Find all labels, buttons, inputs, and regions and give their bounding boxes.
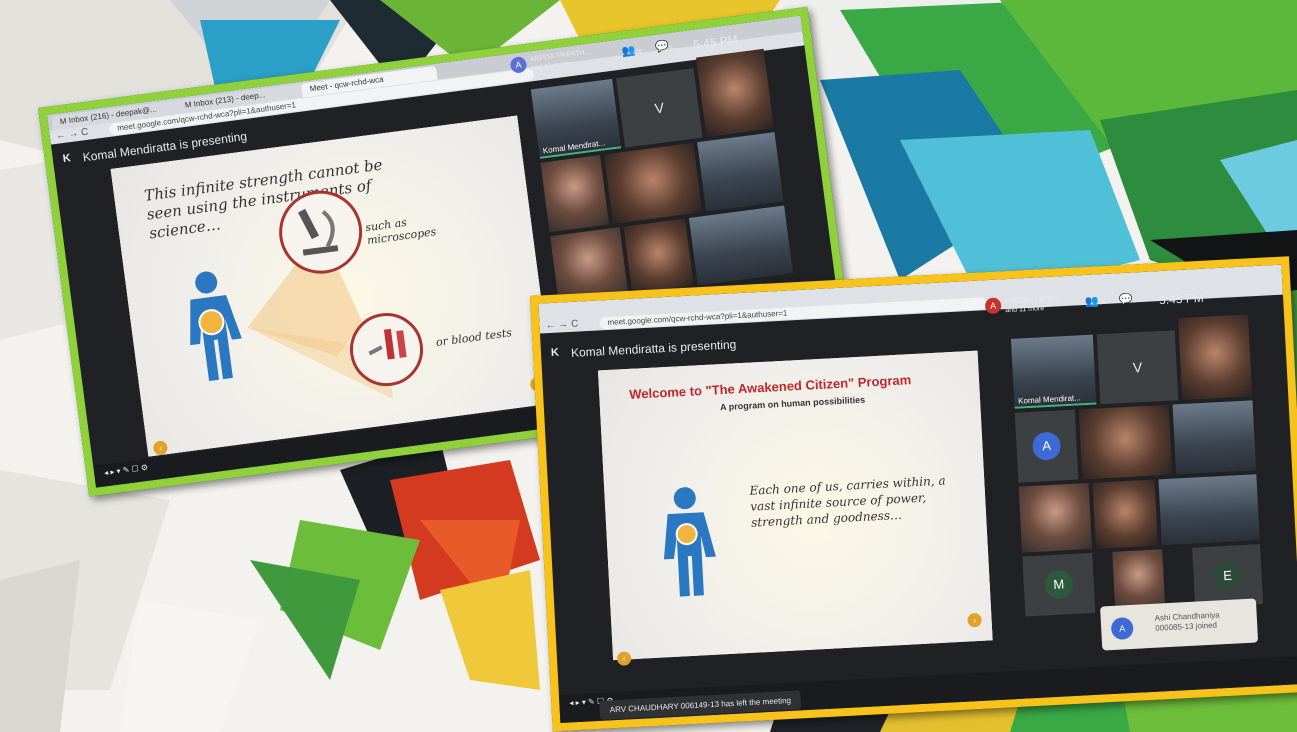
participant-tile[interactable] <box>688 205 793 286</box>
participant-tile[interactable] <box>1158 474 1260 546</box>
participant-tile[interactable] <box>540 155 610 233</box>
participant-tile[interactable] <box>696 48 774 137</box>
participant-avatar: M <box>1044 570 1074 600</box>
participant-avatar: A <box>1031 431 1062 461</box>
participant-tile[interactable] <box>1112 549 1166 612</box>
participant-tile[interactable] <box>1178 314 1253 401</box>
participant-initial: V <box>1132 359 1143 376</box>
people-count: 26 <box>635 48 643 56</box>
people-count: 26 <box>1098 299 1106 307</box>
participant-tile[interactable] <box>603 142 703 224</box>
presentation-slide: This infinite strength cannot be seen us… <box>110 115 555 457</box>
participants-summary: AREEBA FATIMA... and 11 more <box>1005 294 1066 315</box>
participant-tile[interactable]: V <box>1096 330 1179 405</box>
people-icon[interactable]: 👥26 <box>1085 294 1106 308</box>
participant-avatar: E <box>1212 561 1243 591</box>
join-notification: A Ashi Chandhaniya 000085-13 joined <box>1100 598 1259 651</box>
participant-tile[interactable] <box>623 218 694 295</box>
browser-nav-arrows[interactable]: ← → C <box>55 126 89 144</box>
address-bar[interactable]: meet.google.com/qcw-rchd-wca?pli=1&authu… <box>599 297 988 330</box>
participant-tile[interactable]: M <box>1022 552 1096 617</box>
participant-tile[interactable]: Komal Mendirat... <box>1010 334 1097 409</box>
prev-slide-icon[interactable]: ‹ <box>616 651 632 666</box>
chat-icon[interactable]: 💬3 <box>1119 292 1137 306</box>
presenter-initial: K <box>62 152 72 166</box>
participant-tile[interactable]: A <box>1014 409 1079 483</box>
participant-avatar: A <box>984 297 1002 315</box>
meet-photo-2: ← → C meet.google.com/qcw-rchd-wca?pli=1… <box>530 256 1297 732</box>
presenting-banner: Komal Mendiratta is presenting <box>570 337 737 360</box>
participant-tile[interactable]: V <box>616 68 703 148</box>
participant-initial: V <box>653 99 665 117</box>
participants-more: and 11 more <box>1005 305 1045 315</box>
join-text: Ashi Chandhaniya 000085-13 joined <box>1154 610 1220 633</box>
people-icon[interactable]: 👥26 <box>621 43 643 59</box>
join-avatar: A <box>1110 616 1134 641</box>
presenter-initial: K <box>550 346 560 359</box>
participant-tile[interactable] <box>1092 479 1158 549</box>
participant-tile[interactable]: Komal Mendirat... <box>530 78 622 159</box>
slide-illustration <box>190 190 424 400</box>
participant-tile[interactable] <box>697 132 784 212</box>
participant-tile[interactable] <box>1018 483 1093 553</box>
presentation-slide: Welcome to "The Awakened Citizen" Progra… <box>597 350 993 661</box>
chat-count: 3 <box>1132 298 1137 305</box>
clock: 5:45 PM <box>1158 290 1205 308</box>
browser-nav-arrows[interactable]: ← → C <box>545 318 578 334</box>
chat-count: 3 <box>668 44 673 52</box>
participant-tile[interactable] <box>1078 404 1173 480</box>
playback-controls-icon[interactable]: ◂ ▸ ▾ ✎ ☐ ⚙ <box>104 463 149 478</box>
chat-icon[interactable]: 💬3 <box>655 39 674 54</box>
participant-tile[interactable] <box>1172 400 1257 475</box>
